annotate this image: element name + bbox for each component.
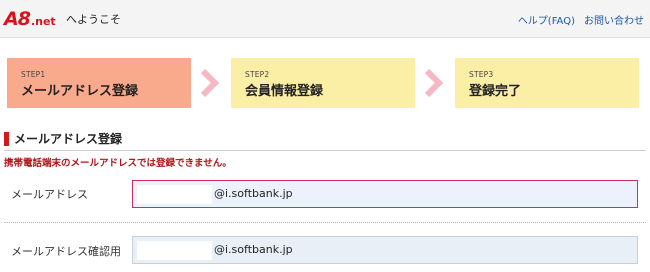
step-1: STEP1 メールアドレス登録 (7, 58, 191, 108)
email-value: @i.softbank.jp (214, 187, 293, 200)
email-label: メールアドレス (11, 188, 88, 201)
redacted-mask (137, 241, 212, 260)
email-confirm-label: メールアドレス確認用 (11, 245, 121, 258)
step-1-number: STEP1 (21, 70, 46, 79)
section-divider (4, 150, 646, 151)
step-2-title: 会員情報登録 (245, 84, 324, 99)
step-1-title: メールアドレス登録 (21, 84, 139, 99)
step-2-number: STEP2 (245, 70, 270, 79)
row-divider (4, 222, 646, 223)
a8-logo[interactable]: A8 .net (4, 7, 56, 29)
error-message: 携帯電話端末のメールアドレスでは登録できません。 (4, 158, 232, 169)
step-3-title: 登録完了 (469, 84, 522, 99)
step-3: STEP3 登録完了 (455, 58, 639, 108)
header-links: ヘルプ(FAQ) お問い合わせ (518, 12, 644, 27)
email-confirm-field[interactable]: @i.softbank.jp (132, 236, 638, 264)
section-marker-icon (4, 131, 9, 146)
step-3-number: STEP3 (469, 70, 494, 79)
logo-main: A8 (4, 8, 31, 30)
logo-sub: .net (30, 15, 56, 28)
step-progress: STEP1 メールアドレス登録 STEP2 会員情報登録 STEP3 登録完了 (0, 58, 650, 108)
chevron-right-icon (200, 69, 220, 97)
email-confirm-value: @i.softbank.jp (214, 243, 293, 256)
help-link[interactable]: ヘルプ(FAQ) (518, 12, 575, 27)
email-field[interactable]: @i.softbank.jp (132, 180, 638, 208)
chevron-right-icon (424, 69, 444, 97)
top-header: A8 .net へようこそ ヘルプ(FAQ) お問い合わせ (0, 0, 650, 38)
welcome-text: へようこそ (66, 13, 121, 26)
redacted-mask (137, 185, 212, 204)
section-heading-text: メールアドレス登録 (14, 132, 123, 146)
contact-link[interactable]: お問い合わせ (584, 12, 644, 27)
section-heading: メールアドレス登録 (4, 130, 122, 147)
step-2: STEP2 会員情報登録 (231, 58, 415, 108)
